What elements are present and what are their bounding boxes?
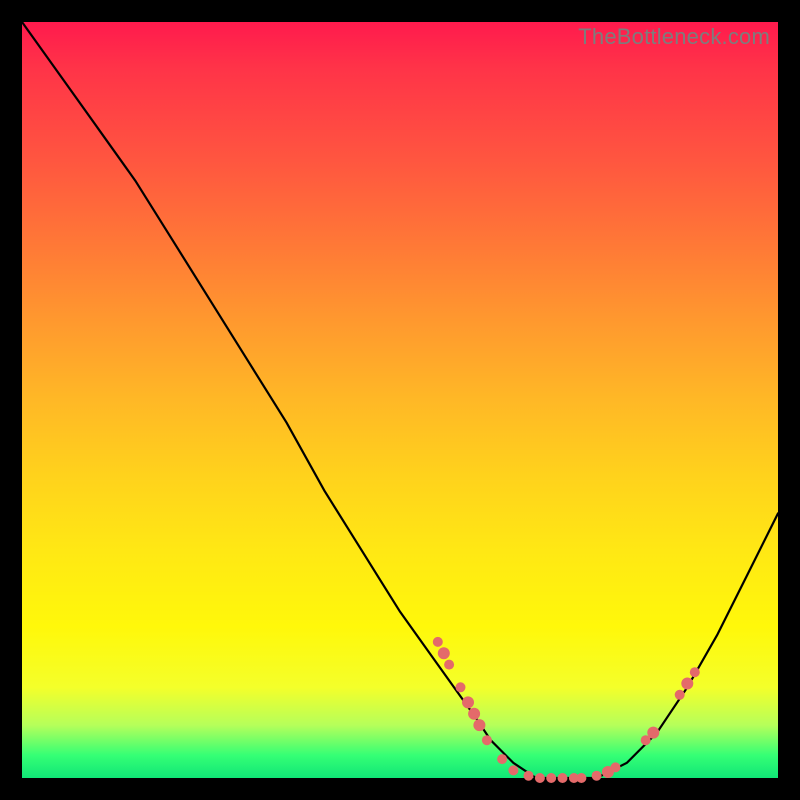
data-marker — [462, 696, 474, 708]
data-marker — [558, 773, 568, 783]
data-marker — [433, 637, 443, 647]
data-marker — [546, 773, 556, 783]
data-marker — [468, 708, 480, 720]
data-marker — [576, 773, 586, 783]
chart-overlay — [22, 22, 778, 778]
marker-group — [433, 637, 700, 783]
data-marker — [444, 660, 454, 670]
data-marker — [592, 771, 602, 781]
data-marker — [438, 647, 450, 659]
bottleneck-curve — [22, 22, 778, 778]
data-marker — [681, 678, 693, 690]
data-marker — [497, 754, 507, 764]
data-marker — [647, 727, 659, 739]
data-marker — [456, 682, 466, 692]
data-marker — [508, 765, 518, 775]
data-marker — [482, 735, 492, 745]
data-marker — [535, 773, 545, 783]
data-marker — [690, 667, 700, 677]
data-marker — [473, 719, 485, 731]
chart-frame: TheBottleneck.com — [22, 22, 778, 778]
data-marker — [524, 771, 534, 781]
data-marker — [611, 762, 621, 772]
data-marker — [675, 690, 685, 700]
